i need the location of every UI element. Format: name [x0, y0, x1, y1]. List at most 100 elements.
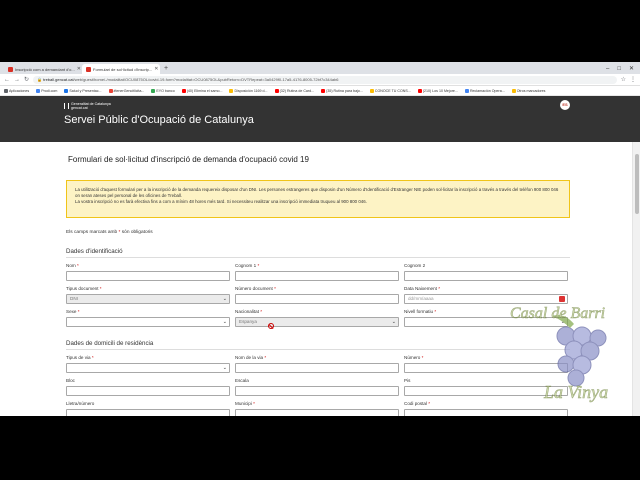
reload-icon[interactable]: ↻ [24, 76, 29, 83]
bookmark-label: (210) Los 10 Mejore... [422, 88, 458, 93]
bookmark-item[interactable]: #tenerGencitlicita... [108, 88, 145, 93]
label-data-naixement: Data Naixement * [404, 286, 441, 291]
generalitat-logo[interactable]: Generalitat de Catalunya gencat.cat [64, 102, 111, 110]
bookmark-favicon-icon [274, 88, 279, 93]
notice-text-2: La vostra inscripció no es farà efectiva… [75, 199, 367, 205]
bookmark-item[interactable]: CONOCE TU CONS... [369, 88, 411, 93]
close-tab-icon[interactable]: ✕ [77, 66, 81, 72]
bookmark-item[interactable]: (40) Elimina el samo... [181, 88, 223, 93]
bookmark-favicon-icon [464, 88, 469, 93]
label-nom: Nom * [66, 263, 79, 268]
tab-title: Formulari de sol·licitud d'inscrip... [93, 66, 153, 72]
bookmark-item[interactable]: Reclamación Opera... [464, 88, 505, 93]
section-divider [66, 349, 570, 350]
chevron-down-icon: ⌄ [222, 319, 227, 325]
watermark-line1: Casal de Barri [510, 305, 605, 322]
label-cognom1: Cognom 1 * [235, 263, 260, 268]
bookmark-item[interactable]: EYO banco [151, 88, 175, 93]
chevron-down-icon: ⌄ [222, 296, 227, 302]
bookmark-item[interactable]: (210) Los 10 Mejore... [417, 88, 458, 93]
nom-input[interactable] [66, 271, 230, 281]
bookmark-favicon-icon [108, 88, 113, 93]
label-lletra-numero: Lletra/número [66, 401, 95, 406]
bookmark-favicon-icon [181, 88, 186, 93]
required-fields-note: Els camps marcats amb * són obligatoris [66, 230, 153, 235]
numero-document-input[interactable] [235, 294, 399, 304]
section-title-address: Dades de domicili de residència [66, 340, 154, 347]
bookmark-item[interactable]: Salud y Presentac... [64, 88, 102, 93]
label-nivell-formatiu: Nivell formatiu * [404, 309, 437, 314]
tab-formulari[interactable]: Formulari de sol·licitud d'inscrip... ✕ [82, 64, 160, 74]
back-icon[interactable]: ← [4, 77, 10, 83]
close-window-button[interactable]: ✕ [629, 64, 634, 74]
url-input[interactable]: 🔒 treball.gencat.cat /web/guest/home/-/m… [33, 75, 617, 84]
casal-de-barri-watermark: Casal de Barri La Vinya [510, 305, 609, 403]
window-controls: – □ ✕ [606, 64, 640, 74]
form-title: Formulari de sol·licitud d'inscripció de… [68, 155, 309, 164]
tab-title: Inscripció com a demandant d'o... [15, 66, 75, 72]
bookmark-item[interactable]: Otros marcadores [511, 88, 546, 93]
municipi-input[interactable] [235, 409, 399, 416]
bookmark-favicon-icon [229, 88, 234, 93]
url-host: treball.gencat.cat [43, 77, 74, 82]
escala-input[interactable] [235, 386, 399, 396]
label-sexe: Sexe * [66, 309, 80, 314]
star-icon[interactable]: ☆ [621, 76, 626, 83]
minimize-button[interactable]: – [606, 64, 609, 74]
bookmark-item[interactable]: Prodi.com [36, 88, 58, 93]
section-title-identification: Dades d'identificació [66, 248, 123, 255]
tipus-document-select[interactable]: DNI ⌄ [66, 294, 230, 304]
bookmark-favicon-icon [511, 88, 516, 93]
bookmark-item[interactable]: (35) Rutina para bajo... [321, 88, 363, 93]
scrollbar-thumb[interactable] [635, 154, 639, 214]
lletra-numero-input[interactable] [66, 409, 230, 416]
bloc-input[interactable] [66, 386, 230, 396]
label-cognom2: Cognom 2 [404, 263, 426, 268]
label-pis: Pis [404, 378, 411, 383]
not-allowed-cursor-icon [268, 323, 274, 329]
new-tab-button[interactable]: + [160, 64, 172, 74]
bookmark-favicon-icon [417, 88, 422, 93]
bookmark-label: Prodi.com [41, 88, 58, 93]
bookmark-label: #tenerGencitlicita... [113, 88, 145, 93]
bookmark-item[interactable]: Aplicaciones [4, 88, 29, 93]
chevron-down-icon: ⌄ [222, 365, 227, 371]
label-bloc: Bloc [66, 378, 75, 383]
bookmark-label: Otros marcadores [516, 88, 546, 93]
maximize-button[interactable]: □ [617, 64, 621, 74]
favicon-icon [8, 66, 13, 72]
label-tipus-document: Tipus document * [66, 286, 102, 291]
cognom1-input[interactable] [235, 271, 399, 281]
nacionalitat-value: Espanya [239, 319, 257, 324]
bookmark-favicon-icon [4, 88, 8, 93]
watermark-line2: La Vinya [543, 382, 608, 402]
bookmark-label: Salud y Presentac... [69, 88, 102, 93]
favicon-icon [86, 66, 91, 72]
bookmark-label: Disposición 1169 d... [234, 88, 268, 93]
site-title[interactable]: Servei Públic d'Ocupació de Catalunya [64, 114, 254, 126]
label-municipi: Municipi * [235, 401, 255, 406]
label-nom-via: Nom de la via * [235, 355, 267, 360]
menu-icon[interactable]: ⋮ [630, 76, 636, 83]
tab-strip: Inscripció com a demandant d'o... ✕ Form… [0, 62, 640, 74]
bookmark-item[interactable]: Disposición 1169 d... [229, 88, 268, 93]
user-avatar[interactable]: ES [560, 100, 570, 110]
forward-icon[interactable]: → [14, 77, 20, 83]
notice-text-1: La utilització d'aquest formulari per a … [75, 187, 559, 199]
sexe-select[interactable]: ⌄ [66, 317, 230, 327]
bookmark-label: (40) Elimina el samo... [186, 88, 223, 93]
address-bar-row: ← → ↻ 🔒 treball.gencat.cat /web/guest/ho… [0, 74, 640, 86]
tab-inscripcio[interactable]: Inscripció com a demandant d'o... ✕ [4, 64, 82, 74]
logo-text-line2: gencat.cat [71, 106, 88, 110]
codi-postal-input[interactable] [404, 409, 568, 416]
nom-via-input[interactable] [235, 363, 399, 373]
bookmark-item[interactable]: (32) Rutina de Card... [274, 88, 315, 93]
cognom2-input[interactable] [404, 271, 568, 281]
tipus-via-select[interactable]: ⌄ [66, 363, 230, 373]
bookmark-label: (32) Rutina de Card... [279, 88, 315, 93]
bookmark-favicon-icon [369, 88, 374, 93]
tipus-document-value: DNI [70, 296, 78, 301]
close-tab-icon[interactable]: ✕ [154, 66, 158, 72]
nacionalitat-select[interactable]: Espanya ⌄ [235, 317, 399, 327]
bookmark-favicon-icon [151, 88, 156, 93]
